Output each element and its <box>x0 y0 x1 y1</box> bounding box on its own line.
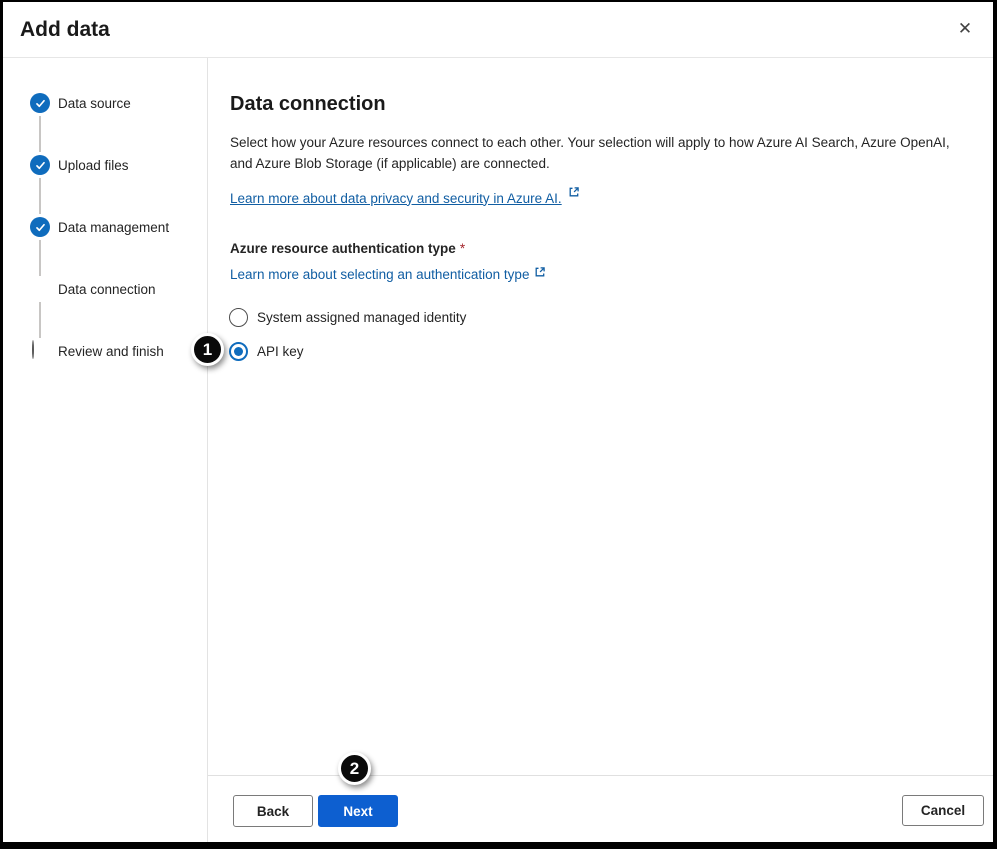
close-button[interactable]: ✕ <box>951 15 979 43</box>
check-icon <box>35 161 45 169</box>
auth-learn-link[interactable]: Learn more about selecting an authentica… <box>230 265 546 283</box>
next-button[interactable]: Next <box>318 795 398 827</box>
radio-selected-icon[interactable] <box>229 341 248 361</box>
required-asterisk: * <box>459 241 466 256</box>
step-complete-icon <box>30 93 50 113</box>
description-line-1: Select how your Azure resources connect … <box>230 135 950 150</box>
step-connector <box>39 178 41 214</box>
stepper-step-data-connection[interactable]: Data connection <box>30 279 156 299</box>
step-connector <box>39 240 41 276</box>
radio-label: System assigned managed identity <box>257 309 467 325</box>
annotation-badge-2: 2 <box>338 752 371 785</box>
auth-type-label-text: Azure resource authentication type <box>230 241 456 256</box>
check-icon <box>35 223 45 231</box>
dialog-header: Add data ✕ <box>3 2 993 58</box>
dialog-title: Add data <box>20 18 110 41</box>
step-label: Data connection <box>58 281 156 297</box>
step-current-icon <box>30 279 50 299</box>
step-label: Data management <box>58 219 170 235</box>
step-label: Review and finish <box>58 343 164 359</box>
radio-system-assigned-identity[interactable]: System assigned managed identity <box>229 307 466 327</box>
radio-api-key[interactable]: API key <box>229 341 304 361</box>
radio-label: API key <box>257 343 304 359</box>
stepper-step-upload-files[interactable]: Upload files <box>30 155 129 175</box>
content-heading: Data connection <box>230 93 386 115</box>
privacy-link-label[interactable]: Learn more about data privacy and securi… <box>230 191 562 206</box>
step-connector <box>39 302 41 338</box>
screenshot-frame: Add data ✕ Data source Upload files Data… <box>0 0 997 849</box>
add-data-dialog: Add data ✕ Data source Upload files Data… <box>3 2 993 842</box>
description-line-2: and Azure Blob Storage (if applicable) a… <box>230 155 550 171</box>
content-description: Select how your Azure resources connect … <box>230 133 970 174</box>
auth-learn-link-label[interactable]: Learn more about selecting an authentica… <box>230 267 529 282</box>
stepper-step-data-management[interactable]: Data management <box>30 217 169 237</box>
step-complete-icon <box>30 217 50 237</box>
external-link-icon <box>568 185 580 203</box>
stepper-step-review-and-finish: Review and finish <box>30 340 164 361</box>
cancel-button[interactable]: Cancel <box>902 795 984 826</box>
external-link-icon <box>534 265 546 283</box>
footer-divider <box>208 775 993 776</box>
check-icon <box>35 99 45 107</box>
stepper-step-data-source[interactable]: Data source <box>30 93 131 113</box>
close-icon: ✕ <box>957 19 973 39</box>
back-button[interactable]: Back <box>233 795 313 827</box>
step-upcoming-icon <box>30 340 50 361</box>
step-label: Data source <box>58 95 131 111</box>
radio-unselected-icon[interactable] <box>229 307 248 327</box>
step-connector <box>39 116 41 152</box>
step-label: Upload files <box>58 157 129 173</box>
annotation-badge-1: 1 <box>191 333 224 366</box>
step-complete-icon <box>30 155 50 175</box>
wizard-stepper: Data source Upload files Data management… <box>3 58 208 842</box>
auth-type-label: Azure resource authentication type * <box>230 241 465 256</box>
privacy-link[interactable]: Learn more about data privacy and securi… <box>230 187 580 207</box>
